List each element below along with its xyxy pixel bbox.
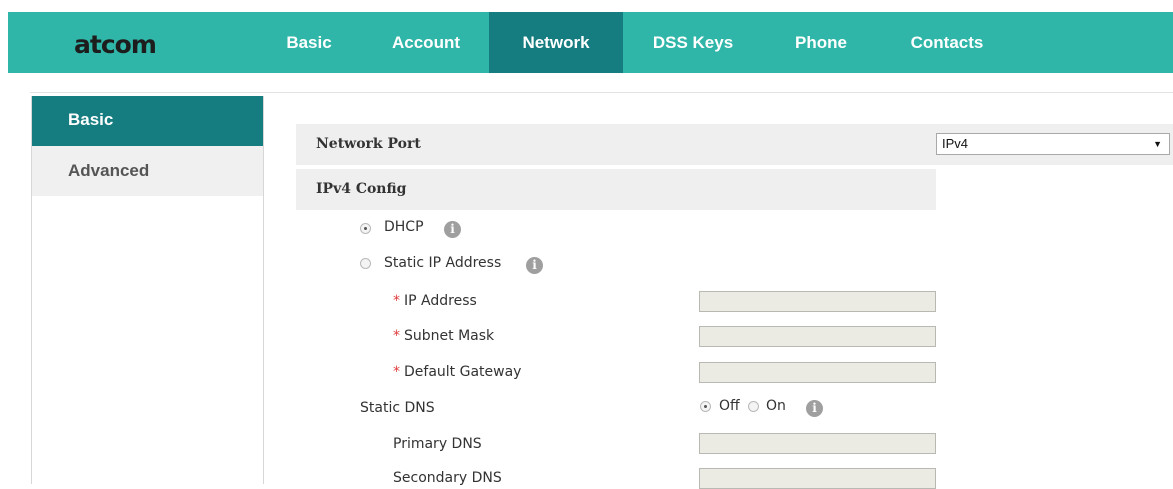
dropdown-arrow-icon: ▼ — [1153, 139, 1162, 149]
required-mark: * — [393, 293, 400, 309]
divider — [30, 92, 1173, 93]
nav-tab-phone[interactable]: Phone — [781, 12, 861, 73]
default-gateway-label: * Default Gateway — [393, 364, 521, 380]
static-dns-on-label: On — [766, 398, 786, 414]
ip-address-text: IP Address — [404, 293, 477, 309]
top-nav-bar: atcom Basic Account Network DSS Keys Pho… — [8, 12, 1173, 73]
static-dns-off-radio[interactable] — [700, 401, 711, 412]
dhcp-info-icon[interactable]: i — [444, 221, 461, 238]
sidebar-item-advanced[interactable]: Advanced — [32, 146, 263, 196]
default-gateway-text: Default Gateway — [404, 364, 522, 380]
primary-dns-input[interactable] — [699, 433, 936, 454]
ipv4-config-header: IPv4 Config — [296, 169, 936, 210]
static-dns-off-label: Off — [719, 398, 740, 414]
default-gateway-input[interactable] — [699, 362, 936, 383]
nav-tab-basic[interactable]: Basic — [278, 12, 340, 73]
dhcp-label: DHCP — [384, 219, 424, 235]
dhcp-radio[interactable] — [360, 223, 371, 234]
subnet-mask-label: * Subnet Mask — [393, 328, 494, 344]
subnet-mask-text: Subnet Mask — [404, 328, 495, 344]
static-dns-on-radio[interactable] — [748, 401, 759, 412]
static-dns-info-icon[interactable]: i — [806, 400, 823, 417]
nav-tab-dss-keys[interactable]: DSS Keys — [641, 12, 745, 73]
static-ip-label: Static IP Address — [384, 255, 502, 271]
static-ip-info-icon[interactable]: i — [526, 257, 543, 274]
sidebar: Basic Advanced — [31, 96, 264, 484]
ip-address-label: * IP Address — [393, 293, 477, 309]
static-dns-label: Static DNS — [360, 400, 435, 416]
network-port-label: Network Port — [316, 136, 421, 152]
nav-tab-account[interactable]: Account — [374, 12, 478, 73]
ip-address-input[interactable] — [699, 291, 936, 312]
nav-tab-network[interactable]: Network — [489, 12, 623, 73]
ipv4-config-title: IPv4 Config — [316, 181, 407, 197]
nav-tab-contacts[interactable]: Contacts — [897, 12, 997, 73]
primary-dns-label: Primary DNS — [393, 436, 482, 452]
network-port-selected: IPv4 — [942, 136, 969, 151]
atcom-logo: atcom — [74, 30, 157, 59]
network-port-select[interactable]: IPv4 ▼ — [936, 133, 1170, 155]
subnet-mask-input[interactable] — [699, 326, 936, 347]
required-mark: * — [393, 328, 400, 344]
sidebar-item-basic[interactable]: Basic — [32, 96, 263, 146]
required-mark: * — [393, 364, 400, 380]
static-ip-radio[interactable] — [360, 258, 371, 269]
secondary-dns-input[interactable] — [699, 468, 936, 489]
